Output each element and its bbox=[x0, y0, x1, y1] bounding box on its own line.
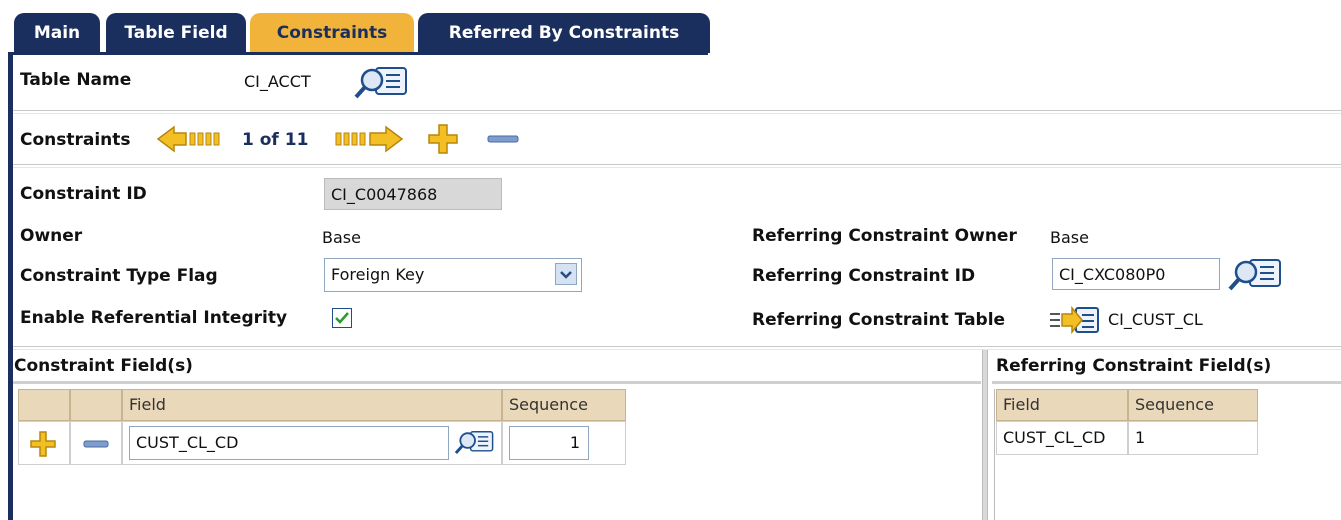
owner-label: Owner bbox=[20, 226, 83, 246]
delete-icon[interactable] bbox=[486, 130, 520, 152]
referring-constraint-id-field[interactable]: CI_CXC080P0 bbox=[1052, 258, 1220, 290]
constraint-id-label: Constraint ID bbox=[20, 184, 147, 204]
search-icon[interactable] bbox=[453, 425, 497, 463]
divider bbox=[13, 110, 1341, 111]
panel-border bbox=[994, 389, 995, 520]
constraint-fields-title: Constraint Field(s) bbox=[14, 356, 193, 376]
sequence-input[interactable]: 1 bbox=[509, 426, 589, 460]
next-arrow-icon[interactable] bbox=[334, 124, 404, 158]
grid-header-field: Field bbox=[996, 389, 1128, 421]
tab-underline bbox=[8, 52, 708, 55]
table-row-sequence-cell: 1 bbox=[1128, 421, 1258, 455]
constraints-nav-label: Constraints bbox=[20, 130, 131, 150]
grid-header-sequence: Sequence bbox=[1128, 389, 1258, 421]
referring-constraint-fields-title: Referring Constraint Field(s) bbox=[996, 356, 1272, 376]
constraint-id-field: CI_C0047868 bbox=[324, 178, 502, 210]
add-icon[interactable] bbox=[426, 122, 460, 160]
grid-header-field: Field bbox=[122, 389, 502, 421]
check-icon bbox=[335, 312, 349, 324]
referring-constraint-table-label: Referring Constraint Table bbox=[752, 310, 1006, 330]
table-name-label: Table Name bbox=[20, 70, 132, 90]
constraint-type-flag-value: Foreign Key bbox=[331, 265, 425, 284]
divider bbox=[13, 349, 1341, 350]
table-row-field-cell: CUST_CL_CD bbox=[996, 421, 1128, 455]
tab-referred-by-constraints[interactable]: Referred By Constraints bbox=[418, 13, 710, 53]
enable-referential-integrity-checkbox[interactable] bbox=[332, 308, 352, 328]
tab-constraints[interactable]: Constraints bbox=[250, 13, 414, 53]
search-icon[interactable] bbox=[1226, 256, 1286, 296]
section-underline bbox=[13, 381, 981, 384]
tab-main[interactable]: Main bbox=[14, 13, 100, 53]
constraint-type-flag-label: Constraint Type Flag bbox=[20, 266, 218, 286]
constraint-counter: 1 of 11 bbox=[242, 130, 309, 150]
field-input[interactable]: CUST_CL_CD bbox=[129, 426, 449, 460]
left-accent-bar bbox=[8, 52, 13, 520]
enable-referential-integrity-label: Enable Referential Integrity bbox=[20, 308, 288, 328]
divider bbox=[13, 346, 1341, 347]
referring-constraint-table-value: CI_CUST_CL bbox=[1108, 310, 1203, 329]
referring-constraint-id-label: Referring Constraint ID bbox=[752, 266, 976, 286]
add-icon[interactable] bbox=[29, 430, 57, 462]
table-row-delete-cell bbox=[70, 421, 122, 465]
table-row-add-cell bbox=[18, 421, 70, 465]
section-underline bbox=[992, 381, 1341, 384]
referring-constraint-owner-value: Base bbox=[1050, 228, 1089, 247]
grid-header-sequence: Sequence bbox=[502, 389, 626, 421]
grid-header-add bbox=[18, 389, 70, 421]
delete-icon[interactable] bbox=[83, 436, 109, 455]
grid-header-delete bbox=[70, 389, 122, 421]
tab-table-field[interactable]: Table Field bbox=[106, 13, 246, 53]
table-row-field-cell: CUST_CL_CD bbox=[122, 421, 502, 465]
referring-constraint-owner-label: Referring Constraint Owner bbox=[752, 226, 1017, 246]
chevron-down-icon[interactable] bbox=[555, 263, 577, 285]
owner-value: Base bbox=[322, 228, 361, 247]
table-row-sequence-cell: 1 bbox=[502, 421, 626, 465]
divider bbox=[13, 113, 1341, 114]
table-name-value: CI_ACCT bbox=[244, 72, 311, 91]
go-to-table-icon[interactable] bbox=[1048, 304, 1104, 340]
panel-splitter[interactable] bbox=[982, 350, 988, 520]
divider bbox=[13, 167, 1341, 168]
constraint-type-flag-select[interactable]: Foreign Key bbox=[324, 258, 582, 292]
previous-arrow-icon[interactable] bbox=[156, 124, 226, 158]
divider bbox=[13, 164, 1341, 165]
search-icon[interactable] bbox=[352, 64, 412, 104]
